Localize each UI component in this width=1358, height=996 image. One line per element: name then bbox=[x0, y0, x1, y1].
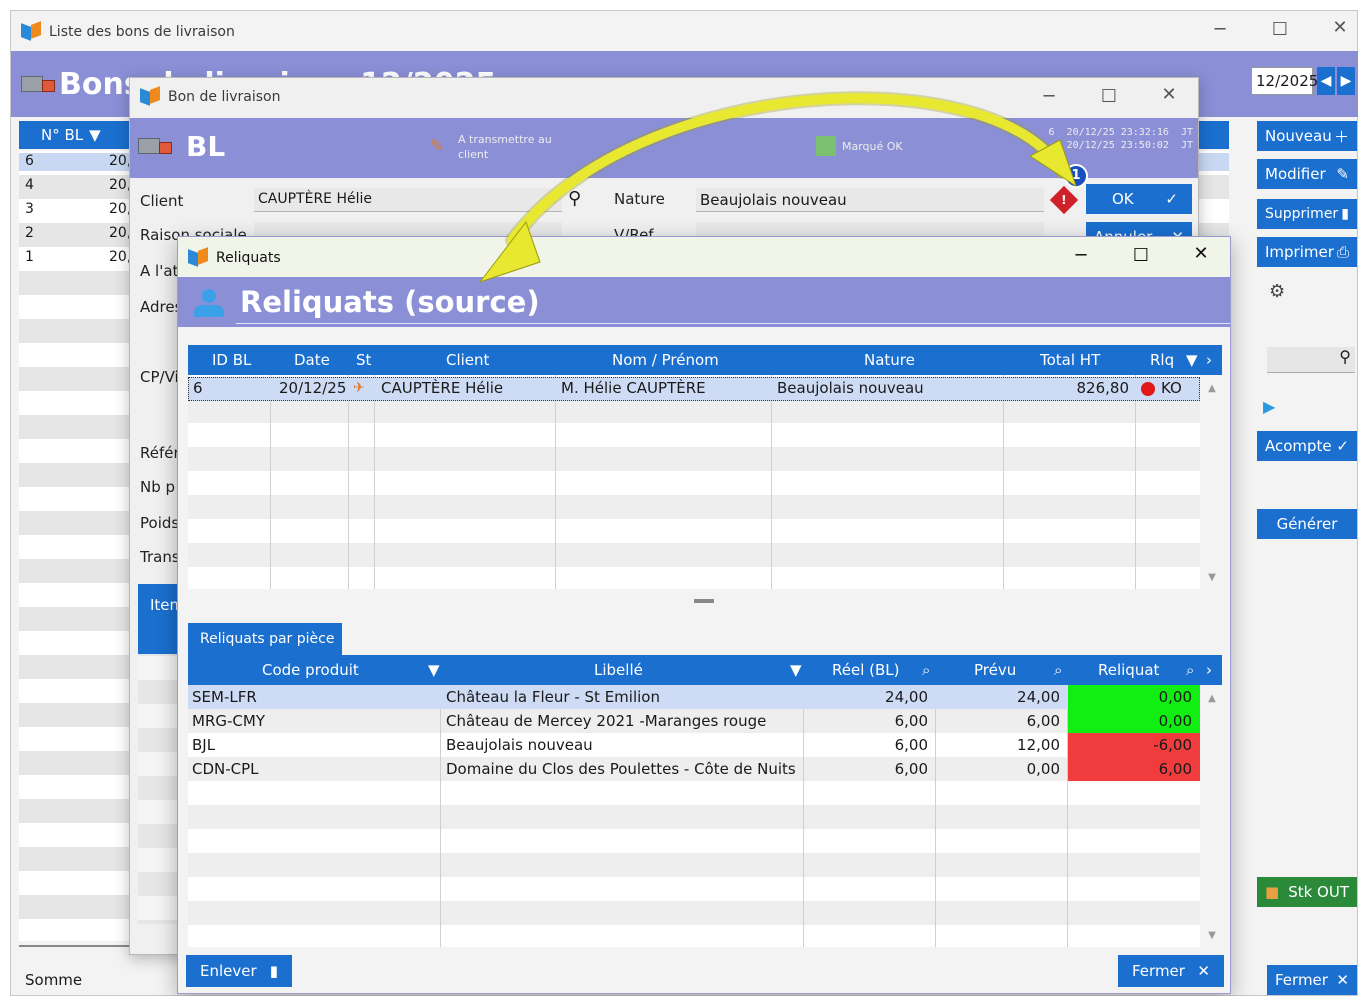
annotation-arrow bbox=[478, 91, 1077, 283]
